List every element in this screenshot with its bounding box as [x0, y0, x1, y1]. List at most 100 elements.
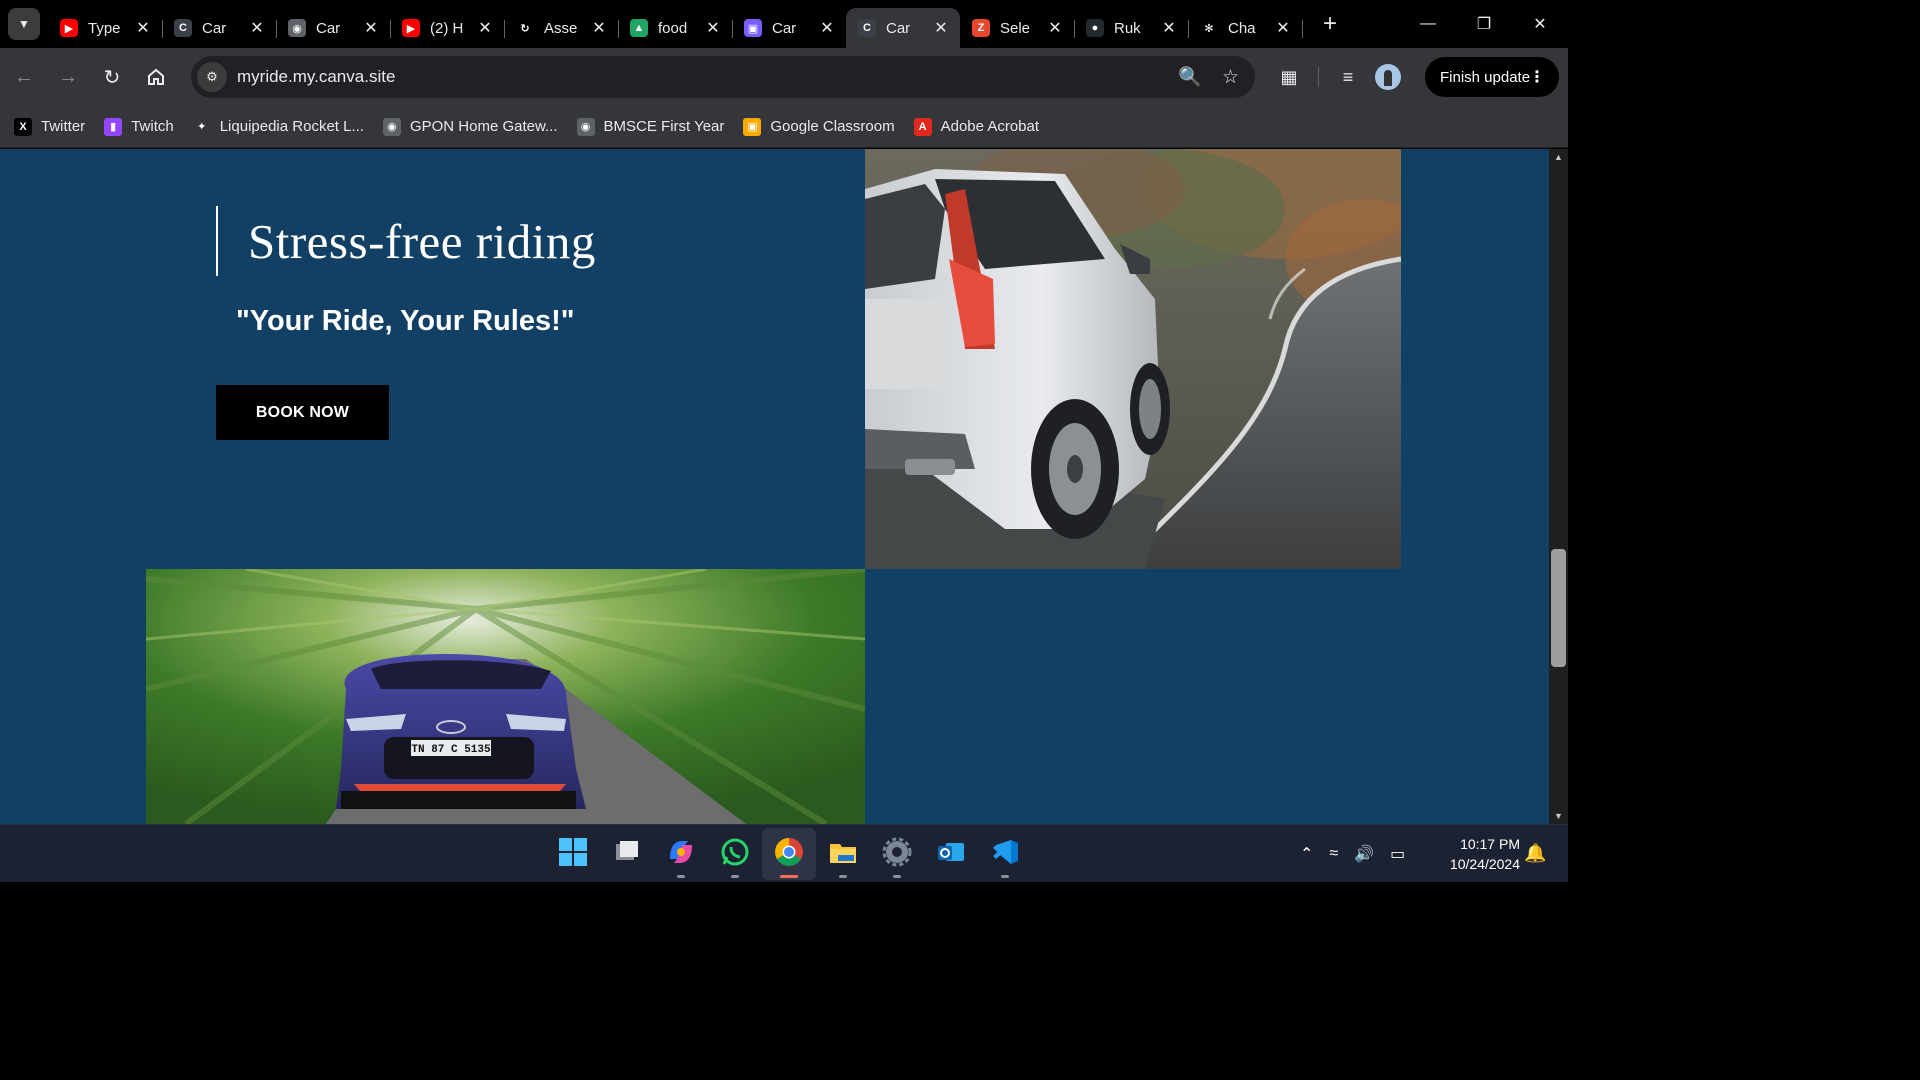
- tab-close-icon[interactable]: ✕: [818, 18, 836, 38]
- new-tab-button[interactable]: +: [1316, 10, 1344, 38]
- bookmark-item[interactable]: A Adobe Acrobat: [913, 117, 1039, 136]
- globe-icon: ◉: [288, 19, 306, 37]
- running-indicator: [839, 875, 847, 878]
- bookmark-item[interactable]: ◉ BMSCE First Year: [576, 117, 725, 136]
- tab-title: Type: [88, 19, 121, 37]
- finish-update-button[interactable]: Finish update ⋮: [1425, 57, 1559, 97]
- tab-close-icon[interactable]: ✕: [590, 18, 608, 38]
- windows-start-icon: [558, 837, 588, 872]
- taskbar-app-whatsapp[interactable]: [708, 828, 762, 880]
- minimize-button[interactable]: —: [1400, 0, 1456, 48]
- tab-close-icon[interactable]: ✕: [476, 18, 494, 38]
- taskbar-app-copilot[interactable]: [654, 828, 708, 880]
- loading-icon: ↻: [520, 22, 530, 35]
- zoom-icon[interactable]: 🔍: [1178, 65, 1202, 89]
- media-controls-button[interactable]: ≡: [1331, 60, 1365, 94]
- home-button[interactable]: [136, 57, 176, 97]
- copilot-icon: [666, 837, 696, 872]
- bookmark-label: BMSCE First Year: [603, 118, 725, 135]
- bookmark-label: Google Classroom: [770, 118, 895, 135]
- bookmark-item[interactable]: X Twitter: [14, 117, 86, 136]
- bookmark-label: GPON Home Gatew...: [409, 118, 558, 135]
- taskbar-app-vscode[interactable]: [978, 828, 1032, 880]
- browser-tab[interactable]: ▶ (2) H ✕: [390, 8, 505, 48]
- scroll-up-arrow-icon[interactable]: ▲: [1549, 149, 1568, 165]
- battery-icon[interactable]: ▭: [1390, 844, 1405, 864]
- window-controls: — ❐ ✕: [1400, 0, 1568, 48]
- adobe-acrobat-icon: A: [913, 117, 932, 136]
- tab-strip: ▼ ▶ Type ✕ C Car ✕ ◉ Car ✕ ▶ (2) H ✕ ↻ Asse ✕ ▲ food ✕ ▣ Ca…: [0, 0, 1568, 48]
- taskbar-app-outlook[interactable]: [924, 828, 978, 880]
- tab-search-button[interactable]: ▼: [8, 8, 40, 40]
- back-button[interactable]: ←: [4, 57, 44, 97]
- tab-close-icon[interactable]: ✕: [1160, 18, 1178, 38]
- browser-tab[interactable]: ↻ Asse ✕: [504, 8, 619, 48]
- web-page: Stress-free riding "Your Ride, Your Rule…: [0, 149, 1549, 824]
- address-bar[interactable]: ⚙ myride.my.canva.site 🔍 ☆: [191, 56, 1255, 98]
- running-indicator: [780, 875, 798, 878]
- notification-bell-icon[interactable]: 🔔: [1524, 843, 1546, 864]
- page-scrollbar[interactable]: ▲ ▼: [1549, 149, 1568, 824]
- profile-avatar[interactable]: [1375, 64, 1401, 90]
- site-info-button[interactable]: ⚙: [197, 62, 227, 92]
- browser-tab[interactable]: ● Ruk ✕: [1074, 8, 1189, 48]
- running-indicator: [731, 875, 739, 878]
- tab-title: Sele: [1000, 19, 1031, 37]
- wifi-icon[interactable]: ≈: [1329, 845, 1338, 863]
- browser-tab[interactable]: Z Sele ✕: [960, 8, 1075, 48]
- chrome-icon: [773, 836, 805, 873]
- taskbar-app-settings[interactable]: [870, 828, 924, 880]
- minimize-icon: —: [1420, 15, 1436, 32]
- tab-title: Asse: [544, 19, 578, 37]
- tab-close-icon[interactable]: ✕: [134, 18, 152, 38]
- bookmark-label: Twitter: [41, 118, 86, 135]
- browser-tab[interactable]: ▣ Car ✕: [732, 8, 847, 48]
- reload-button[interactable]: ↻: [92, 57, 132, 97]
- settings-icon: [882, 837, 912, 872]
- tab-close-icon[interactable]: ✕: [704, 18, 722, 38]
- tab-title: Car: [316, 19, 341, 37]
- browser-tab[interactable]: C Car ✕: [846, 8, 960, 48]
- taskbar-app-windows-start[interactable]: [546, 828, 600, 880]
- close-window-button[interactable]: ✕: [1512, 0, 1568, 48]
- hatchback-photo: TN 87 C 5135: [146, 569, 865, 824]
- back-arrow-icon: ←: [14, 65, 34, 88]
- media-queue-icon: ≡: [1342, 66, 1354, 87]
- restore-button[interactable]: ❐: [1456, 0, 1512, 48]
- url-text[interactable]: myride.my.canva.site: [237, 67, 395, 87]
- tab-close-icon[interactable]: ✕: [1274, 18, 1292, 38]
- browser-tab[interactable]: C Car ✕: [162, 8, 277, 48]
- browser-tab[interactable]: ▲ food ✕: [618, 8, 733, 48]
- bookmark-item[interactable]: ▣ Google Classroom: [743, 117, 895, 136]
- taskbar-app-file-explorer[interactable]: [816, 828, 870, 880]
- tab-close-icon[interactable]: ✕: [362, 18, 380, 38]
- bookmark-item[interactable]: ✦ Liquipedia Rocket L...: [193, 118, 364, 136]
- chevron-up-icon[interactable]: ⌃: [1300, 844, 1313, 864]
- scroll-thumb[interactable]: [1551, 549, 1566, 667]
- forward-button[interactable]: →: [48, 57, 88, 97]
- book-now-button[interactable]: BOOK NOW: [216, 385, 389, 440]
- tab-title: Ruk: [1114, 19, 1141, 37]
- tab-close-icon[interactable]: ✕: [1046, 18, 1064, 38]
- scroll-down-arrow-icon[interactable]: ▼: [1549, 808, 1568, 824]
- browser-tab[interactable]: ▶ Type ✕: [48, 8, 163, 48]
- tab-close-icon[interactable]: ✕: [932, 18, 950, 38]
- tab-title: Car: [886, 19, 911, 37]
- taskbar-app-chrome[interactable]: [762, 828, 816, 880]
- bookmark-star-icon[interactable]: ☆: [1222, 66, 1239, 89]
- task-view-icon: [613, 838, 641, 871]
- google-classroom-icon: ▣: [743, 117, 762, 136]
- clock-time: 10:17 PM: [1460, 836, 1520, 852]
- taskbar-app-task-view[interactable]: [600, 828, 654, 880]
- browser-tab[interactable]: ✻ Cha ✕: [1188, 8, 1303, 48]
- close-icon: ✕: [1533, 16, 1547, 33]
- system-clock[interactable]: 10:17 PM 10/24/2024: [1430, 834, 1520, 874]
- taskbar-apps: [546, 825, 1032, 883]
- volume-icon[interactable]: 🔊: [1354, 844, 1374, 864]
- bookmark-item[interactable]: ◉ GPON Home Gatew...: [382, 117, 558, 136]
- reload-icon: ↻: [103, 66, 121, 89]
- tab-close-icon[interactable]: ✕: [248, 18, 266, 38]
- bookmark-item[interactable]: ▮ Twitch: [104, 117, 174, 136]
- browser-tab[interactable]: ◉ Car ✕: [276, 8, 391, 48]
- extensions-button[interactable]: ▦: [1272, 60, 1306, 94]
